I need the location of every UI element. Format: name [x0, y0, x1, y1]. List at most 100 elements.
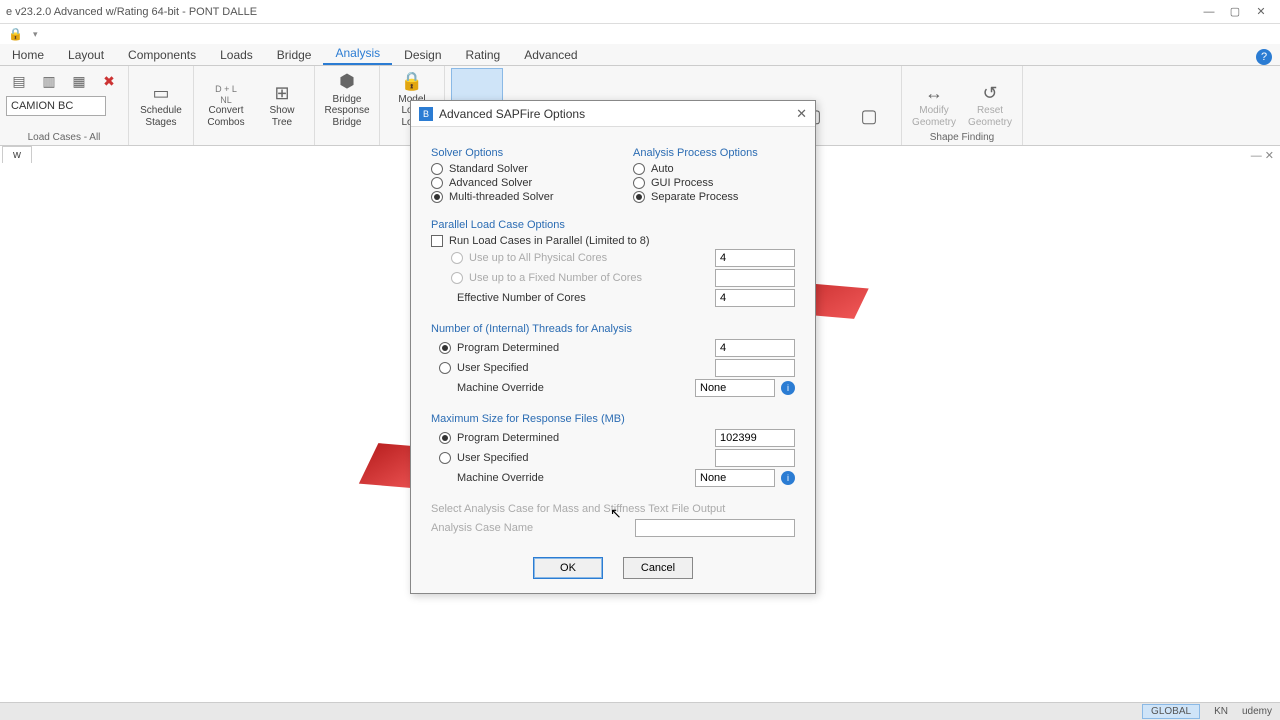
- qat-dropdown-icon[interactable]: ▾: [33, 29, 38, 40]
- gui-process-radio[interactable]: [633, 177, 645, 189]
- resp-program-radio[interactable]: [439, 432, 451, 444]
- help-icon[interactable]: ?: [1256, 49, 1272, 65]
- advanced-solver-radio[interactable]: [431, 177, 443, 189]
- standard-solver-radio[interactable]: [431, 163, 443, 175]
- convert-top-label: D + L: [215, 84, 237, 94]
- solver-options-heading: Solver Options: [431, 147, 593, 159]
- threads-heading: Number of (Internal) Threads for Analysi…: [431, 323, 795, 335]
- tab-home[interactable]: Home: [0, 45, 56, 65]
- loadcase-btn-4[interactable]: ✖: [96, 68, 122, 94]
- tab-components[interactable]: Components: [116, 45, 208, 65]
- ok-button[interactable]: OK: [533, 557, 603, 579]
- shape-finding-label: Shape Finding: [908, 132, 1016, 145]
- resp-user-label: User Specified: [457, 452, 707, 464]
- info-icon[interactable]: i: [781, 381, 795, 395]
- fixed-cores-radio: [451, 272, 463, 284]
- resp-user-radio[interactable]: [439, 452, 451, 464]
- dialog-close-button[interactable]: ✕: [796, 106, 807, 122]
- show-tree-button[interactable]: ⊞Show Tree: [256, 68, 308, 130]
- multithreaded-solver-radio[interactable]: [431, 191, 443, 203]
- bridge-response-button[interactable]: ⬢Bridge Response Bridge: [321, 68, 373, 130]
- schedule-icon: ▭: [149, 81, 173, 105]
- reset-geometry-label: Reset Geometry: [968, 105, 1012, 128]
- tree-icon: ⊞: [270, 81, 294, 105]
- convert-combos-button[interactable]: D + L NL Convert Combos: [200, 68, 252, 130]
- ribbon-tabs: Home Layout Components Loads Bridge Anal…: [0, 44, 1280, 66]
- tab-loads[interactable]: Loads: [208, 45, 265, 65]
- maximize-button[interactable]: ▢: [1222, 5, 1248, 18]
- threads-program-input[interactable]: [715, 339, 795, 357]
- parallel-options-heading: Parallel Load Case Options: [431, 219, 795, 231]
- effective-cores-label: Effective Number of Cores: [431, 292, 707, 304]
- convert-combos-label: Convert Combos: [207, 105, 244, 128]
- info-icon[interactable]: i: [781, 471, 795, 485]
- threads-machine-label: Machine Override: [431, 382, 687, 394]
- view-tab[interactable]: w: [2, 146, 32, 163]
- resp-program-input[interactable]: [715, 429, 795, 447]
- gui-process-label: GUI Process: [651, 177, 713, 189]
- run-parallel-label: Run Load Cases in Parallel (Limited to 8…: [449, 235, 650, 247]
- tab-design[interactable]: Design: [392, 45, 453, 65]
- status-source: udemy: [1242, 706, 1272, 717]
- separate-process-radio[interactable]: [633, 191, 645, 203]
- convert-nl-label: NL: [220, 95, 232, 105]
- all-cores-label: Use up to All Physical Cores: [469, 252, 707, 264]
- tab-rating[interactable]: Rating: [454, 45, 513, 65]
- reset-geometry-button: ↺Reset Geometry: [964, 68, 1016, 130]
- threads-user-label: User Specified: [457, 362, 707, 374]
- effective-cores-input: [715, 289, 795, 307]
- modify-geometry-button: ↔Modify Geometry: [908, 68, 960, 130]
- threads-program-radio[interactable]: [439, 342, 451, 354]
- analysis-btn-6[interactable]: ▢: [843, 68, 895, 130]
- fixed-cores-input: [715, 269, 795, 287]
- threads-user-input[interactable]: [715, 359, 795, 377]
- analysis-case-name-label: Analysis Case Name: [431, 522, 627, 534]
- auto-process-radio[interactable]: [633, 163, 645, 175]
- response-size-heading: Maximum Size for Response Files (MB): [431, 413, 795, 425]
- resp-machine-label: Machine Override: [431, 472, 687, 484]
- quick-access-toolbar: 🔒 ▾: [0, 24, 1280, 44]
- threads-program-label: Program Determined: [457, 342, 707, 354]
- modify-icon: ↔: [922, 81, 946, 105]
- status-bar: GLOBAL KN udemy: [0, 702, 1280, 720]
- window-title: e v23.2.0 Advanced w/Rating 64-bit - PON…: [6, 6, 257, 18]
- multithreaded-solver-label: Multi-threaded Solver: [449, 191, 554, 203]
- auto-process-label: Auto: [651, 163, 674, 175]
- status-global[interactable]: GLOBAL: [1142, 704, 1200, 719]
- analysis-case-name-input: [635, 519, 795, 537]
- load-case-combo[interactable]: [6, 96, 106, 116]
- view-close-icon[interactable]: — ✕: [1251, 149, 1274, 162]
- resp-user-input[interactable]: [715, 449, 795, 467]
- doc2-icon: ▢: [857, 104, 881, 128]
- tab-advanced[interactable]: Advanced: [512, 45, 589, 65]
- cancel-button[interactable]: Cancel: [623, 557, 693, 579]
- close-window-button[interactable]: ✕: [1248, 5, 1274, 18]
- minimize-button[interactable]: —: [1196, 6, 1222, 18]
- dialog-app-icon: B: [419, 107, 433, 121]
- run-parallel-checkbox[interactable]: [431, 235, 443, 247]
- analysis-process-heading: Analysis Process Options: [633, 147, 795, 159]
- advanced-solver-label: Advanced Solver: [449, 177, 532, 189]
- schedule-stages-label: Schedule Stages: [140, 105, 182, 128]
- threads-machine-input[interactable]: [695, 379, 775, 397]
- schedule-stages-button[interactable]: ▭Schedule Stages: [135, 68, 187, 130]
- tab-analysis[interactable]: Analysis: [323, 43, 392, 65]
- advanced-sapfire-options-dialog: B Advanced SAPFire Options ✕ Solver Opti…: [410, 100, 816, 594]
- all-cores-input: [715, 249, 795, 267]
- loadcase-btn-2[interactable]: ▥: [36, 68, 62, 94]
- loadcase-btn-3[interactable]: ▦: [66, 68, 92, 94]
- modify-geometry-label: Modify Geometry: [912, 105, 956, 128]
- all-cores-radio: [451, 252, 463, 264]
- dialog-title: Advanced SAPFire Options: [439, 107, 585, 121]
- tab-layout[interactable]: Layout: [56, 45, 116, 65]
- group-load-cases-label: Load Cases - All: [6, 132, 122, 145]
- status-units[interactable]: KN: [1214, 706, 1228, 717]
- resp-machine-input[interactable]: [695, 469, 775, 487]
- separate-process-label: Separate Process: [651, 191, 738, 203]
- lock-icon[interactable]: 🔒: [8, 27, 23, 41]
- threads-user-radio[interactable]: [439, 362, 451, 374]
- tab-bridge[interactable]: Bridge: [265, 45, 324, 65]
- standard-solver-label: Standard Solver: [449, 163, 528, 175]
- loadcase-btn-1[interactable]: ▤: [6, 68, 32, 94]
- show-tree-label: Show Tree: [269, 105, 294, 128]
